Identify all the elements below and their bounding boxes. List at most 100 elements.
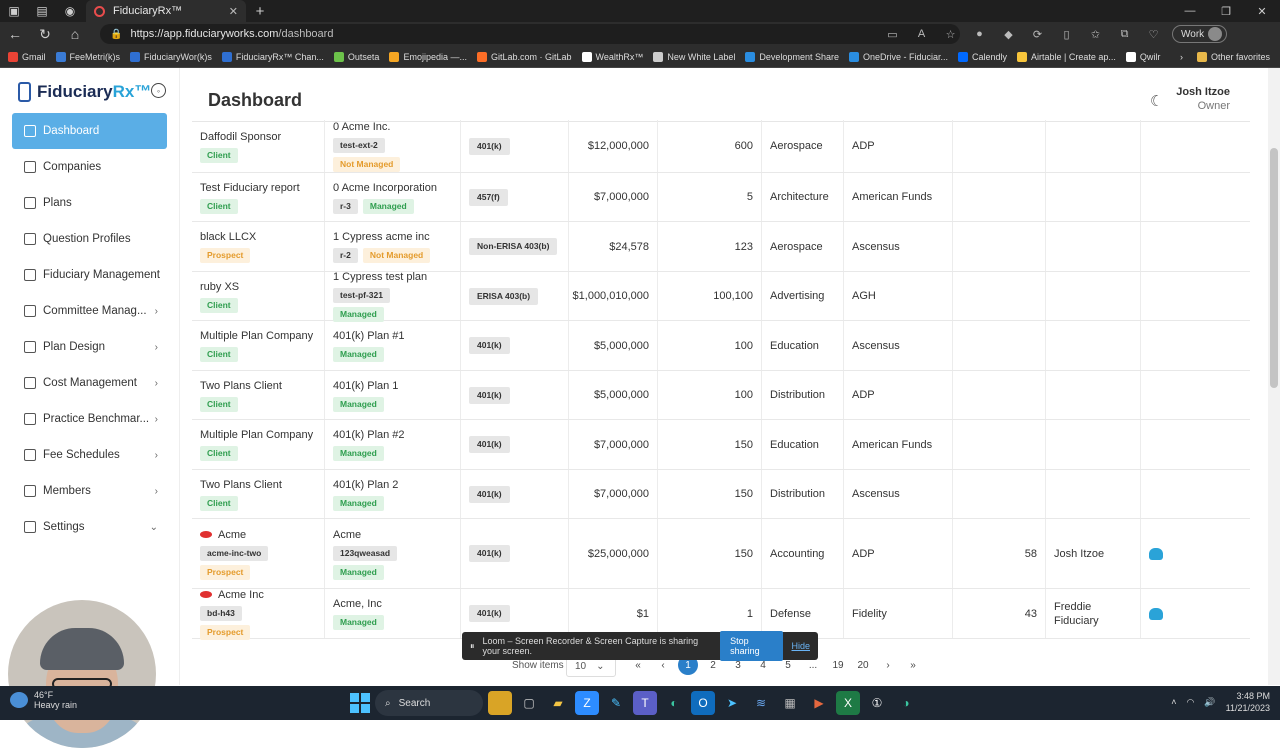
bookmark-item[interactable]: Airtable | Create ap...: [1017, 51, 1116, 62]
company-name[interactable]: Two Plans Client: [200, 478, 282, 492]
cloud-download-icon[interactable]: [1149, 607, 1163, 620]
word-icon[interactable]: ≋: [749, 691, 773, 715]
bookmark-item[interactable]: FeeMetri(k)s: [55, 51, 120, 62]
sidebar-item-plans[interactable]: Plans: [12, 185, 167, 221]
sidebar-item-practice-benchmar[interactable]: Practice Benchmar... ›: [12, 401, 167, 437]
extension-icon[interactable]: ●: [967, 24, 992, 44]
taskview-icon[interactable]: ▢: [517, 691, 541, 715]
calculator-icon[interactable]: ▦: [778, 691, 802, 715]
workspaces-icon[interactable]: ▣: [0, 0, 28, 22]
sidebar-item-companies[interactable]: Companies: [12, 149, 167, 185]
maximize-icon[interactable]: ❐: [1208, 0, 1244, 22]
read-aloud-icon[interactable]: A: [909, 24, 934, 44]
company-name[interactable]: Two Plans Client: [200, 379, 282, 393]
sidebar-item-fee-schedules[interactable]: Fee Schedules ›: [12, 437, 167, 473]
hide-link[interactable]: Hide: [791, 641, 810, 651]
url-field[interactable]: 🔒 https://app.fiduciaryworks.com/dashboa…: [100, 24, 960, 44]
tab-fiduciaryrx[interactable]: FiduciaryRx™ ✕: [86, 0, 246, 22]
sidebar-item-dashboard[interactable]: Dashboard: [12, 113, 167, 149]
page-scrollbar[interactable]: [1268, 68, 1280, 685]
favorite-star-icon[interactable]: ☆: [938, 24, 963, 44]
clock[interactable]: 3:48 PM 11/21/2023: [1226, 690, 1270, 714]
extension2-icon[interactable]: ◆: [996, 24, 1021, 44]
weather-widget[interactable]: 46°F Heavy rain: [10, 690, 77, 710]
webcam-bubble[interactable]: [8, 600, 156, 748]
sidebar-toggle-icon[interactable]: ◦: [151, 83, 166, 98]
favorites-icon[interactable]: ✩: [1083, 24, 1108, 44]
edge2-icon[interactable]: ◑: [894, 691, 918, 715]
dark-mode-icon[interactable]: ☾: [1150, 92, 1163, 110]
page-button[interactable]: ›: [878, 655, 898, 675]
sidebar-item-members[interactable]: Members ›: [12, 473, 167, 509]
plan-name[interactable]: 401(k) Plan 1: [333, 379, 452, 393]
bookmark-item[interactable]: New White Label: [653, 51, 735, 62]
refresh-icon[interactable]: ↻: [30, 22, 60, 46]
company-name[interactable]: ruby XS: [200, 280, 239, 294]
sidebar-item-fiduciary-management[interactable]: Fiduciary Management: [12, 257, 167, 293]
heart-icon[interactable]: ♡: [1141, 24, 1166, 44]
page-button[interactable]: 20: [853, 655, 873, 675]
teams-icon[interactable]: T: [633, 691, 657, 715]
page-button[interactable]: »: [903, 655, 923, 675]
close-tab-icon[interactable]: ✕: [229, 5, 238, 18]
edge-icon[interactable]: ◐: [662, 691, 686, 715]
sidebar-item-question-profiles[interactable]: Question Profiles: [12, 221, 167, 257]
onepassword-icon[interactable]: ①: [865, 691, 889, 715]
close-window-icon[interactable]: ✕: [1244, 0, 1280, 22]
plan-name[interactable]: 1 Cypress test plan: [333, 270, 452, 284]
new-tab-icon[interactable]: +: [250, 0, 270, 22]
plan-name[interactable]: 0 Acme Incorporation: [333, 181, 452, 195]
zoom-icon[interactable]: Z: [575, 691, 599, 715]
company-name[interactable]: Multiple Plan Company: [200, 428, 313, 442]
tab-actions-icon[interactable]: ▤: [28, 0, 56, 22]
company-name[interactable]: Multiple Plan Company: [200, 329, 313, 343]
windows-start-icon[interactable]: [350, 693, 370, 713]
scrollbar-thumb[interactable]: [1270, 148, 1278, 388]
sidebar-item-committee-manag[interactable]: Committee Manag... ›: [12, 293, 167, 329]
company-name[interactable]: Test Fiduciary report: [200, 181, 300, 195]
bookmark-item[interactable]: WealthRx™: [581, 51, 643, 62]
plan-name[interactable]: Acme, Inc: [333, 597, 452, 611]
sidebar-item-cost-management[interactable]: Cost Management ›: [12, 365, 167, 401]
plan-name[interactable]: 0 Acme Inc.: [333, 120, 452, 134]
company-name[interactable]: black LLCX: [200, 230, 256, 244]
volume-icon[interactable]: 🔊: [1204, 697, 1215, 708]
bookmark-item[interactable]: Gmail: [8, 51, 46, 62]
outlook-icon[interactable]: O: [691, 691, 715, 715]
wifi-icon[interactable]: ◠: [1187, 697, 1195, 708]
bookmark-item[interactable]: Development Share: [745, 51, 839, 62]
plan-name[interactable]: 401(k) Plan #1: [333, 329, 452, 343]
bookmark-item[interactable]: FiduciaryWor(k)s: [130, 51, 212, 62]
user-menu[interactable]: Josh Itzoe Owner: [1176, 86, 1230, 112]
excel-icon[interactable]: X: [836, 691, 860, 715]
collections-icon[interactable]: ⧉: [1112, 24, 1137, 44]
feather-icon[interactable]: ✎: [604, 691, 628, 715]
stop-sharing-button[interactable]: Stop sharing: [720, 631, 784, 661]
company-name[interactable]: Acme: [218, 528, 246, 542]
bookmark-item[interactable]: Qwilr: [1125, 51, 1160, 62]
explorer-icon[interactable]: ▰: [546, 691, 570, 715]
bookmark-item[interactable]: OneDrive - Fiduciar...: [848, 51, 948, 62]
bookmark-item[interactable]: GitLab.com · GitLab: [476, 51, 572, 62]
tray-chevron-icon[interactable]: ˄: [1171, 697, 1176, 707]
screen-icon[interactable]: ▭: [880, 24, 905, 44]
page-button[interactable]: 19: [828, 655, 848, 675]
company-name[interactable]: Daffodil Sponsor: [200, 130, 281, 144]
plan-name[interactable]: Acme: [333, 528, 452, 542]
sidebar-item-settings[interactable]: Settings ⌄: [12, 509, 167, 545]
app-logo[interactable]: FiduciaryRx™: [18, 82, 151, 102]
plan-name[interactable]: 401(k) Plan 2: [333, 478, 452, 492]
pinned-tab-icon[interactable]: ◉: [56, 0, 84, 22]
home-icon[interactable]: ⌂: [60, 22, 90, 46]
pause-icon[interactable]: ⏸: [470, 641, 475, 652]
bookmark-item[interactable]: Outseta: [333, 51, 379, 62]
taskbar-search[interactable]: ⌕ Search: [375, 690, 483, 716]
other-favorites[interactable]: Other favorites: [1196, 52, 1270, 62]
arrow-app-icon[interactable]: ➤: [720, 691, 744, 715]
split-icon[interactable]: ▯: [1054, 24, 1079, 44]
minimize-icon[interactable]: —: [1172, 0, 1208, 22]
powerpoint-icon[interactable]: ▶: [807, 691, 831, 715]
plan-name[interactable]: 401(k) Plan #2: [333, 428, 452, 442]
cloud-download-icon[interactable]: [1149, 547, 1163, 560]
bookmark-item[interactable]: Calendly: [958, 51, 1007, 62]
